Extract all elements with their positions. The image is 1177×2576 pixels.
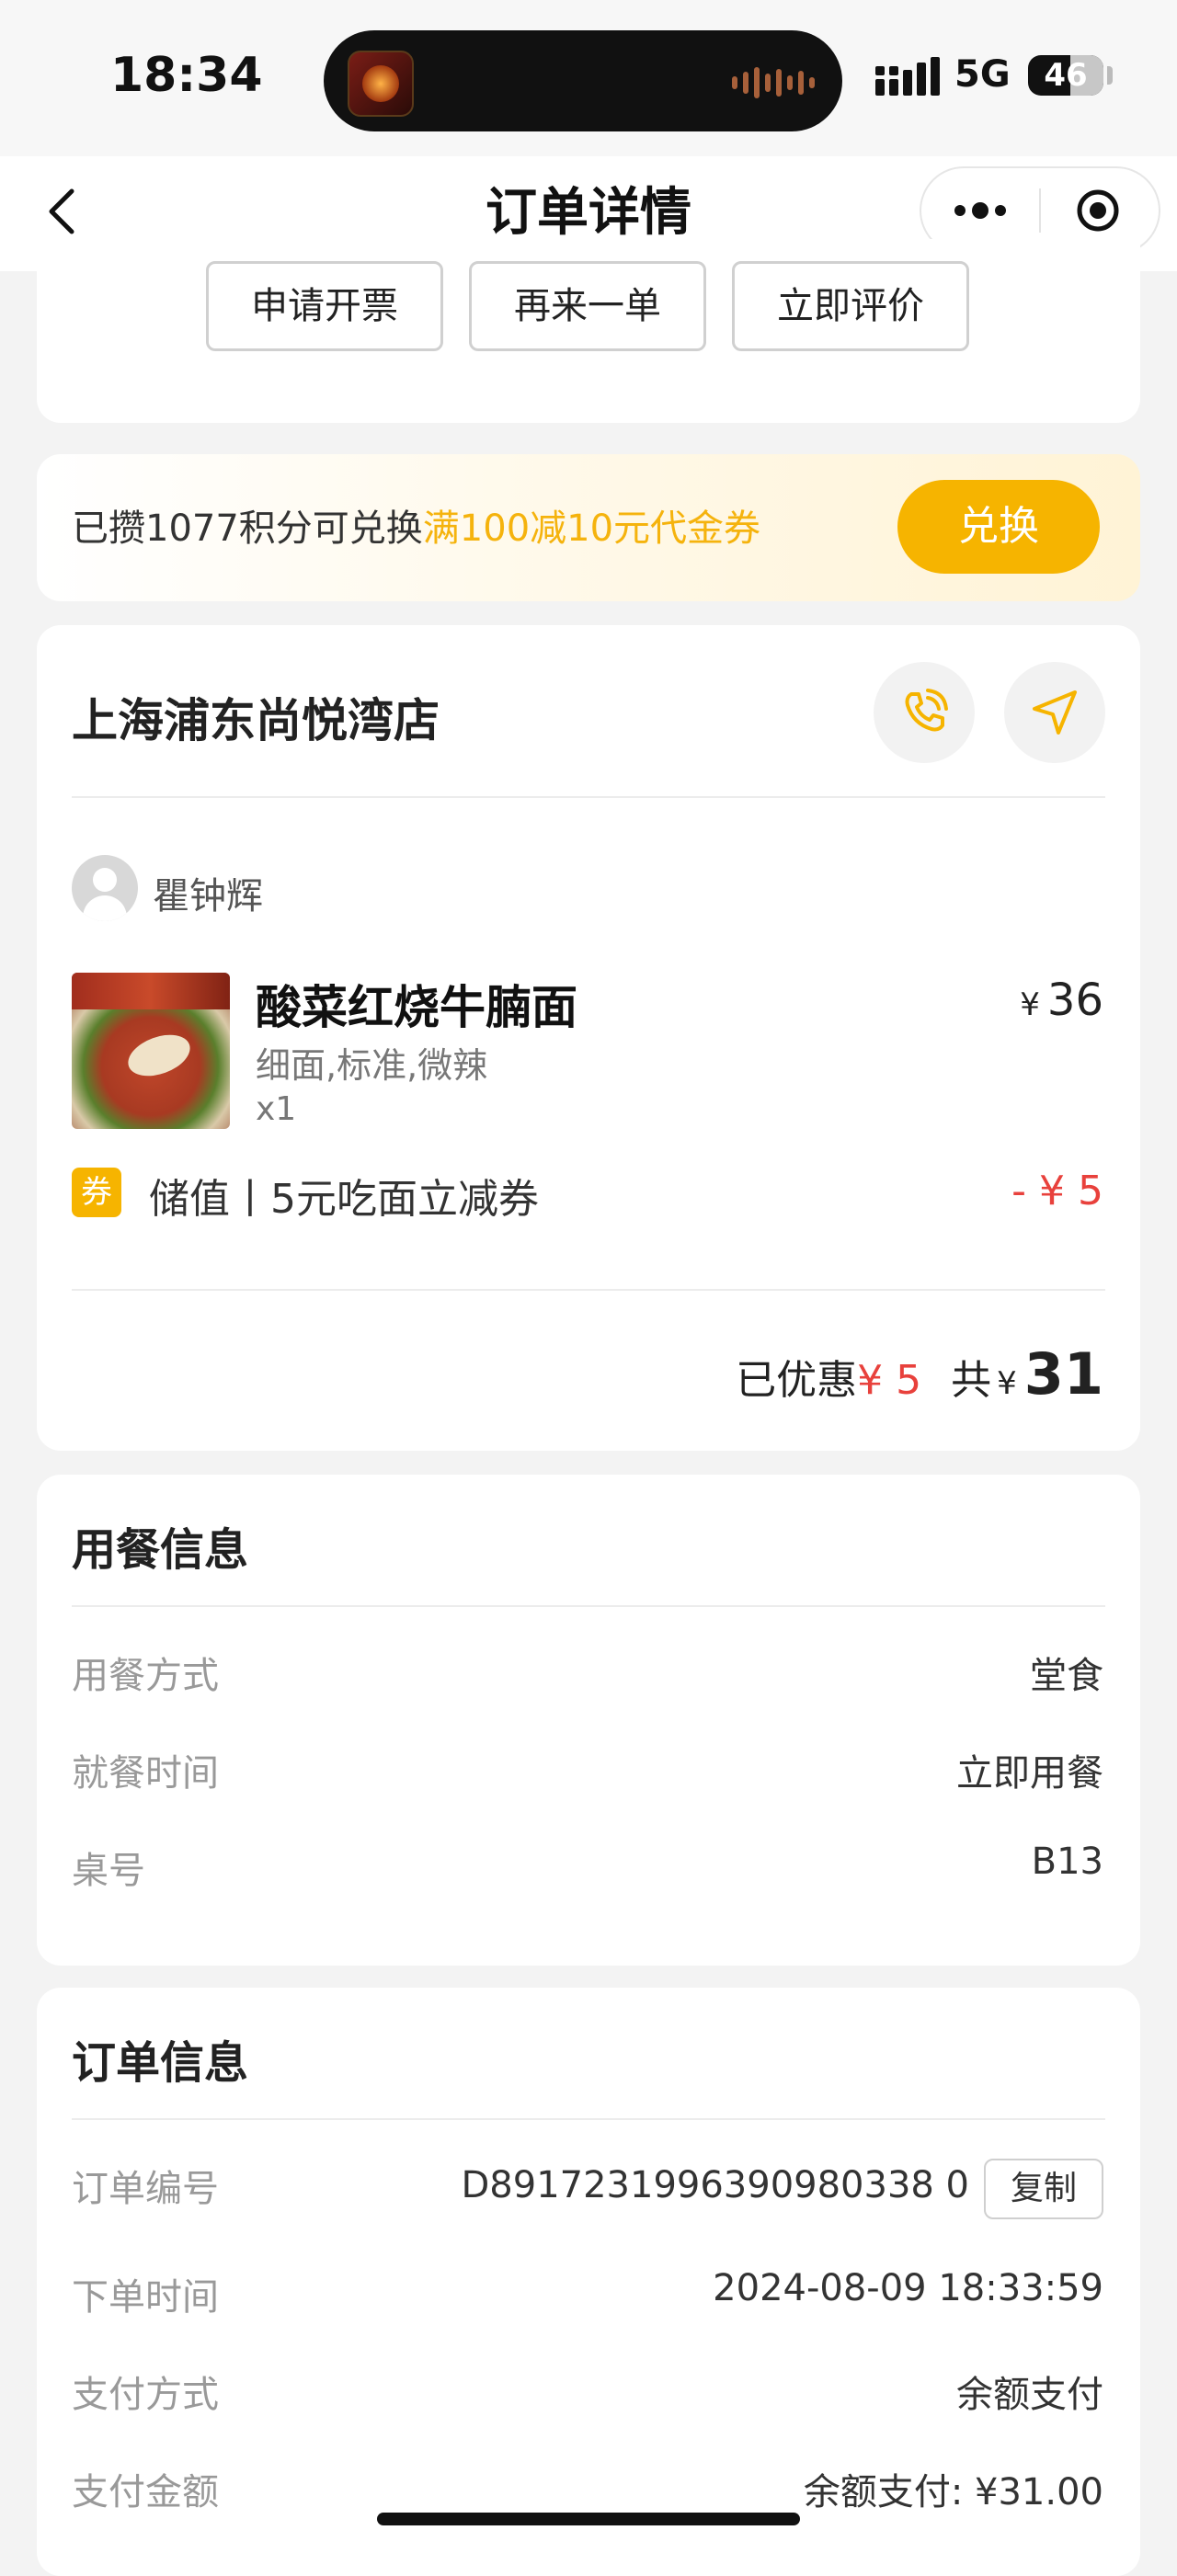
copy-button[interactable]: 复制 xyxy=(984,2159,1103,2219)
coupon-badge: 券 xyxy=(72,1168,121,1217)
coupon-text: 储值丨5元吃面立减券 xyxy=(149,1176,539,1223)
points-promo-prefix: 已攒1077积分可兑换 xyxy=(72,507,423,550)
status-bar: 18:34 5G 46 xyxy=(0,0,1177,156)
navigate-store-button[interactable] xyxy=(1004,662,1105,763)
order-info-title: 订单信息 xyxy=(72,2037,249,2089)
divider xyxy=(72,1289,1105,1291)
item-price-currency: ¥ xyxy=(1020,986,1040,1023)
order-row-label: 下单时间 xyxy=(72,2276,219,2319)
call-store-button[interactable] xyxy=(874,662,975,763)
order-row-label: 支付金额 xyxy=(72,2471,219,2513)
order-number: D8917231996390980338 0 xyxy=(461,2164,970,2206)
dining-row-value: B13 xyxy=(1031,1841,1103,1883)
exchange-button[interactable]: 兑换 xyxy=(897,480,1100,574)
audio-wave-icon xyxy=(732,67,815,98)
divider xyxy=(72,2118,1105,2120)
store-order-card: 上海浦东尚悦湾店 瞿钟辉 酸菜红烧牛腩面 细面,标准,微辣 x1 ¥36 券 储… xyxy=(37,625,1140,1451)
dining-info-card: 用餐信息 用餐方式 堂食 就餐时间 立即用餐 桌号 B13 xyxy=(37,1475,1140,1966)
dynamic-island[interactable] xyxy=(324,30,842,131)
network-type: 5G xyxy=(954,53,1011,96)
order-row-value: 余额支付 xyxy=(956,2374,1103,2416)
item-spec: 细面,标准,微辣 xyxy=(256,1045,488,1086)
chevron-left-icon[interactable] xyxy=(37,184,92,239)
dining-row-label: 桌号 xyxy=(72,1850,145,1892)
total-label: 共 xyxy=(951,1357,992,1404)
navigation-arrow-icon xyxy=(1033,690,1077,735)
discount-label: 已优惠 xyxy=(736,1357,858,1404)
store-name: 上海浦东尚悦湾店 xyxy=(72,694,440,747)
points-promo-banner: 已攒1077积分可兑换满100减10元代金券 兑换 xyxy=(37,454,1140,601)
item-name: 酸菜红烧牛腩面 xyxy=(256,981,577,1034)
points-promo-coupon: 满100减10元代金券 xyxy=(422,507,761,550)
dining-info-title: 用餐信息 xyxy=(72,1524,249,1576)
battery-icon: 46 xyxy=(1028,55,1103,96)
coupon-amount: - ¥ 5 xyxy=(1011,1168,1103,1214)
invoice-button[interactable]: 申请开票 xyxy=(206,261,443,351)
signal-icon xyxy=(875,57,940,96)
battery-tip xyxy=(1107,66,1113,85)
order-info-card: 订单信息 订单编号 D8917231996390980338 0 复制 下单时间… xyxy=(37,1988,1140,2576)
discount-value: ¥ 5 xyxy=(857,1357,922,1404)
order-row-value: 余额支付: ¥31.00 xyxy=(803,2471,1103,2513)
app-icon xyxy=(348,51,414,117)
dining-row-value: 堂食 xyxy=(1030,1655,1103,1697)
dining-row-label: 就餐时间 xyxy=(72,1752,219,1795)
capsule-divider xyxy=(1039,188,1041,233)
avatar xyxy=(72,855,138,921)
target-icon[interactable] xyxy=(1076,188,1120,233)
food-image xyxy=(72,973,230,1129)
reorder-button[interactable]: 再来一单 xyxy=(469,261,706,351)
battery-level: 46 xyxy=(1044,57,1088,94)
order-row-label: 支付方式 xyxy=(72,2374,219,2416)
status-time: 18:34 xyxy=(110,48,263,103)
order-user-name: 瞿钟辉 xyxy=(153,875,263,918)
review-button[interactable]: 立即评价 xyxy=(732,261,969,351)
more-dots-icon[interactable] xyxy=(953,198,1008,223)
home-indicator[interactable] xyxy=(377,2513,800,2525)
order-actions-card: 申请开票 再来一单 立即评价 xyxy=(37,239,1140,423)
item-quantity: x1 xyxy=(256,1090,297,1128)
phone-icon xyxy=(905,689,948,732)
dining-row-label: 用餐方式 xyxy=(72,1655,219,1697)
points-promo-text: 已攒1077积分可兑换满100减10元代金券 xyxy=(72,498,760,552)
total-value: 31 xyxy=(1023,1340,1103,1408)
total-currency: ¥ xyxy=(997,1365,1017,1402)
item-price: ¥36 xyxy=(1020,975,1103,1026)
divider xyxy=(72,796,1105,798)
divider xyxy=(72,1605,1105,1607)
item-price-value: 36 xyxy=(1046,975,1103,1026)
order-row-value: 2024-08-09 18:33:59 xyxy=(713,2267,1103,2309)
order-total: 已优惠¥ 5 共 ¥31 xyxy=(736,1340,1103,1408)
dining-row-value: 立即用餐 xyxy=(956,1752,1103,1795)
order-row-label: 订单编号 xyxy=(72,2168,219,2210)
